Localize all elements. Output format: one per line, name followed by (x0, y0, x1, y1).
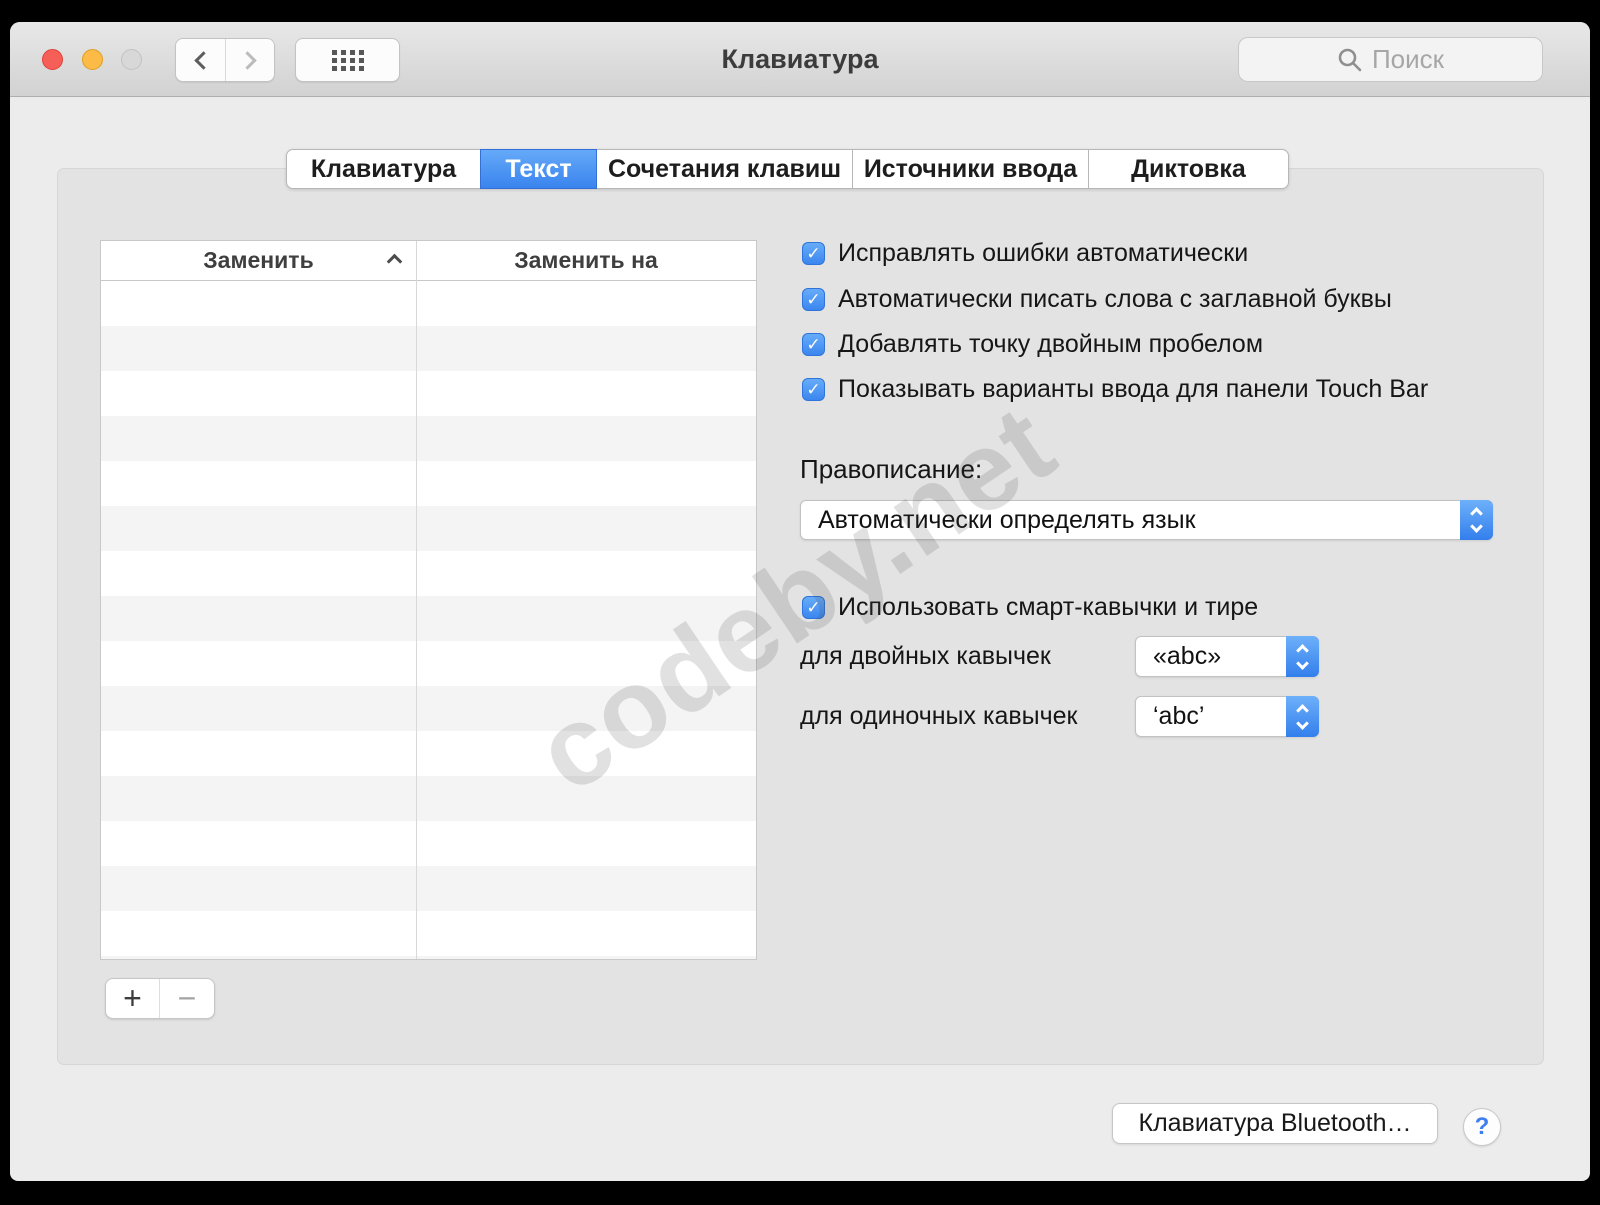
checkbox-checked-icon: ✓ (802, 288, 825, 311)
title-bar[interactable]: Клавиатура Поиск (10, 22, 1590, 97)
single-quotes-value: ‘abc’ (1153, 702, 1205, 730)
spelling-label: Правописание: (800, 454, 983, 484)
checkbox-touchbar-suggestions-label: Показывать варианты ввода для панели Tou… (838, 375, 1429, 403)
double-quotes-select[interactable]: «abc» (1135, 636, 1319, 677)
search-icon (1337, 47, 1363, 73)
checkbox-autocorrect[interactable]: ✓ Исправлять ошибки автоматически (802, 239, 1248, 268)
checkbox-smart-quotes[interactable]: ✓ Использовать смарт-кавычки и тире (802, 593, 1258, 622)
column-divider (416, 241, 417, 959)
stepper-chevrons-icon (1286, 636, 1319, 677)
preferences-window: Клавиатура Поиск Клавиатура Текст Сочета… (10, 22, 1590, 1181)
checkbox-touchbar-suggestions[interactable]: ✓ Показывать варианты ввода для панели T… (802, 375, 1428, 404)
single-quotes-select[interactable]: ‘abc’ (1135, 696, 1319, 737)
search-placeholder: Поиск (1371, 44, 1445, 74)
search-input[interactable]: Поиск (1238, 37, 1543, 82)
tab-dictation[interactable]: Диктовка (1088, 149, 1289, 189)
tab-strip: Клавиатура Текст Сочетания клавиш Источн… (286, 149, 1289, 189)
column-header-with[interactable]: Заменить на (416, 241, 756, 280)
checkbox-checked-icon: ✓ (802, 378, 825, 401)
checkbox-checked-icon: ✓ (802, 242, 825, 265)
single-quotes-label: для одиночных кавычек (800, 702, 1078, 730)
stepper-chevrons-icon (1286, 696, 1319, 737)
remove-substitution-button[interactable]: − (160, 979, 214, 1018)
column-header-replace-label: Заменить (203, 247, 314, 273)
checkbox-checked-icon: ✓ (802, 333, 825, 356)
tab-input-sources[interactable]: Источники ввода (852, 149, 1089, 189)
tab-text[interactable]: Текст (480, 149, 597, 189)
checkbox-double-space-period[interactable]: ✓ Добавлять точку двойным пробелом (802, 330, 1263, 359)
table-body[interactable] (101, 281, 756, 959)
checkbox-smart-quotes-label: Использовать смарт-кавычки и тире (838, 593, 1259, 621)
sort-ascending-icon (386, 253, 403, 270)
tab-keyboard[interactable]: Клавиатура (286, 149, 481, 189)
double-quotes-label: для двойных кавычек (800, 642, 1051, 670)
double-quotes-value: «abc» (1153, 642, 1222, 670)
checkbox-autocorrect-label: Исправлять ошибки автоматически (838, 239, 1249, 267)
spelling-language-select[interactable]: Автоматически определять язык (800, 500, 1493, 540)
checkbox-capitalize[interactable]: ✓ Автоматически писать слова с заглавной… (802, 285, 1392, 314)
column-header-with-label: Заменить на (514, 247, 658, 273)
add-substitution-button[interactable]: + (106, 979, 160, 1018)
bluetooth-keyboard-button[interactable]: Клавиатура Bluetooth… (1112, 1103, 1438, 1144)
column-header-replace[interactable]: Заменить (101, 241, 416, 280)
checkbox-checked-icon: ✓ (802, 596, 825, 619)
add-remove-group: + − (105, 978, 215, 1019)
tab-shortcuts[interactable]: Сочетания клавиш (596, 149, 853, 189)
checkbox-double-space-period-label: Добавлять точку двойным пробелом (838, 330, 1264, 358)
stepper-chevrons-icon (1460, 500, 1493, 540)
help-button[interactable]: ? (1463, 1108, 1501, 1146)
table-header: Заменить Заменить на (101, 241, 756, 281)
substitutions-table: Заменить Заменить на (100, 240, 757, 960)
spelling-language-value: Автоматически определять язык (818, 505, 1196, 534)
checkbox-capitalize-label: Автоматически писать слова с заглавной б… (838, 285, 1392, 313)
screen-background: Клавиатура Поиск Клавиатура Текст Сочета… (0, 0, 1600, 1205)
